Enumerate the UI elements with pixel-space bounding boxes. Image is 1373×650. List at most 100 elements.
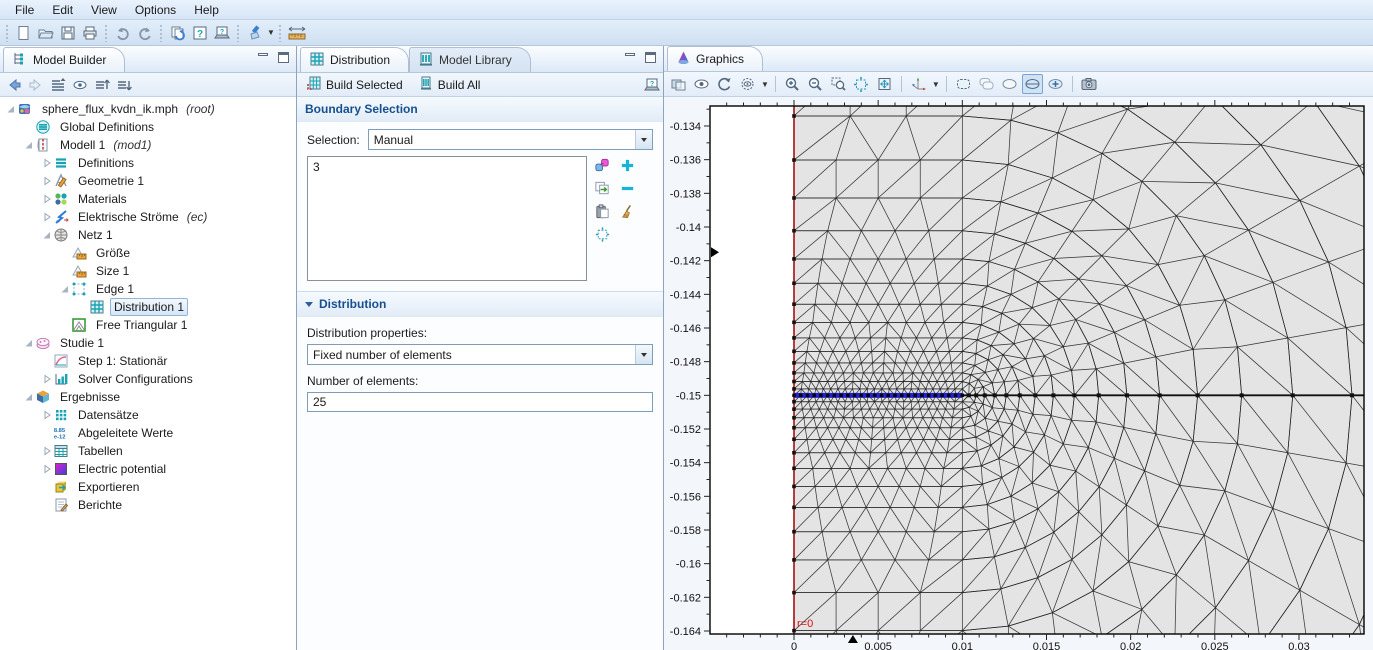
redo-button[interactable] — [134, 22, 156, 44]
expander-collapsed-icon[interactable] — [40, 464, 53, 474]
tab-distribution[interactable]: Distribution — [300, 47, 409, 72]
tree-item-materials[interactable]: Materials — [0, 190, 296, 208]
material-sweep-button[interactable] — [244, 22, 266, 44]
copy-selection-button[interactable] — [593, 179, 612, 197]
snapshot-button[interactable] — [1079, 74, 1100, 94]
expander-collapsed-icon[interactable] — [40, 212, 53, 222]
zoom-extents-button[interactable] — [874, 74, 895, 94]
tree-item-datens-tze[interactable]: Datensätze — [0, 406, 296, 424]
print-button[interactable] — [79, 22, 101, 44]
expander-collapsed-icon[interactable] — [40, 410, 53, 420]
expander-expanded-icon[interactable] — [4, 104, 17, 114]
combo-dropdown-icon[interactable] — [635, 130, 652, 149]
menu-edit[interactable]: Edit — [43, 1, 82, 19]
boundary-selection-list[interactable]: 3 — [307, 156, 587, 281]
tree-item-netz-1[interactable]: Netz 1 — [0, 226, 296, 244]
tree-item-global-definitions[interactable]: Global Definitions — [0, 118, 296, 136]
graphics-viewport[interactable] — [664, 97, 1373, 650]
axis-orientation-button[interactable] — [908, 74, 929, 94]
expander-collapsed-icon[interactable] — [40, 194, 53, 204]
tree-item-tabellen[interactable]: Tabellen — [0, 442, 296, 460]
minimize-button[interactable] — [624, 52, 638, 64]
maximize-button[interactable] — [644, 52, 658, 64]
expander-expanded-icon[interactable] — [22, 392, 35, 402]
minimize-button[interactable] — [257, 52, 271, 64]
add-selection-button[interactable] — [618, 156, 637, 174]
tree-item-modell-1[interactable]: Modell 1(mod1) — [0, 136, 296, 154]
tree-item-size-1[interactable]: Size 1 — [0, 262, 296, 280]
active-selection-button[interactable] — [593, 156, 612, 174]
hide-button[interactable] — [691, 74, 712, 94]
zoom-in-button[interactable] — [782, 74, 803, 94]
tree-item-berichte[interactable]: Berichte — [0, 496, 296, 514]
expander-expanded-icon[interactable] — [58, 284, 71, 294]
tree-item-ergebnisse[interactable]: Ergebnisse — [0, 388, 296, 406]
zoom-out-button[interactable] — [805, 74, 826, 94]
move-down-button[interactable] — [114, 75, 134, 95]
boundary-selection-header[interactable]: Boundary Selection — [297, 97, 663, 122]
tree-item-step-1-station-r[interactable]: Step 1: Stationär — [0, 352, 296, 370]
expander-expanded-icon[interactable] — [22, 140, 35, 150]
select-box-button[interactable] — [953, 74, 974, 94]
paste-selection-button[interactable] — [593, 202, 612, 220]
tree-item-studie-1[interactable]: Studie 1 — [0, 334, 296, 352]
expander-collapsed-icon[interactable] — [40, 176, 53, 186]
maximize-button[interactable] — [277, 52, 291, 64]
save-button[interactable] — [57, 22, 79, 44]
tree-item-distribution-1[interactable]: Distribution 1 — [0, 298, 296, 316]
expander-collapsed-icon[interactable] — [40, 158, 53, 168]
show-button[interactable] — [70, 75, 90, 95]
dropdown-caret-icon[interactable]: ▼ — [267, 28, 275, 37]
tree-item-exportieren[interactable]: Exportieren — [0, 478, 296, 496]
expander-expanded-icon[interactable] — [40, 230, 53, 240]
selection-combobox[interactable]: Manual — [368, 129, 653, 150]
number-of-elements-input[interactable]: 25 — [307, 392, 653, 412]
menu-options[interactable]: Options — [126, 1, 185, 19]
scene-settings-button[interactable] — [737, 74, 758, 94]
expander-collapsed-icon[interactable] — [40, 446, 53, 456]
menu-file[interactable]: File — [6, 1, 43, 19]
tab-model-library[interactable]: Model Library — [409, 47, 531, 72]
forward-button[interactable] — [26, 75, 46, 95]
clear-selection-button[interactable] — [618, 202, 637, 220]
tab-graphics[interactable]: Graphics — [667, 46, 763, 71]
tree-item-gr-e[interactable]: Größe — [0, 244, 296, 262]
tree-item-elektrische-str-me[interactable]: Elektrische Ströme(ec) — [0, 208, 296, 226]
undo-button[interactable] — [112, 22, 134, 44]
move-up-button[interactable] — [92, 75, 112, 95]
build-selected-button[interactable]: Build Selected — [301, 72, 411, 97]
help-button[interactable]: ? — [189, 22, 211, 44]
dropdown-caret-icon[interactable]: ▼ — [932, 80, 940, 89]
zoom-box-button[interactable] — [828, 74, 849, 94]
open-file-button[interactable] — [35, 22, 57, 44]
distribution-section-header[interactable]: Distribution — [297, 291, 663, 317]
zoom-selected-button[interactable] — [851, 74, 872, 94]
pan-mode-button[interactable] — [1022, 74, 1043, 94]
dynamic-help-button[interactable]: ? — [641, 74, 663, 96]
tree-item-sphere-flux-kvdn-ik-mph[interactable]: sphere_flux_kvdn_ik.mph(root) — [0, 100, 296, 118]
tree-item-edge-1[interactable]: Edge 1 — [0, 280, 296, 298]
measure-button[interactable] — [286, 22, 308, 44]
new-file-button[interactable] — [13, 22, 35, 44]
menu-view[interactable]: View — [82, 1, 126, 19]
tree-item-solver-configurations[interactable]: Solver Configurations — [0, 370, 296, 388]
center-select-button[interactable] — [1045, 74, 1066, 94]
dropdown-caret-icon[interactable]: ▼ — [761, 80, 769, 89]
expander-expanded-icon[interactable] — [22, 338, 35, 348]
tree-item-abgeleitete-werte[interactable]: 8.85e-12Abgeleitete Werte — [0, 424, 296, 442]
remove-selection-button[interactable] — [618, 179, 637, 197]
update-solution-button[interactable] — [167, 22, 189, 44]
rotate-button[interactable] — [714, 74, 735, 94]
menu-help[interactable]: Help — [185, 1, 228, 19]
deselect-box-button[interactable] — [976, 74, 997, 94]
tree-item-geometrie-1[interactable]: Geometrie 1 — [0, 172, 296, 190]
distribution-properties-combobox[interactable]: Fixed number of elements — [307, 344, 653, 365]
select-ellipse-button[interactable] — [999, 74, 1020, 94]
tree-item-definitions[interactable]: Definitions — [0, 154, 296, 172]
build-all-button[interactable]: Build All — [413, 72, 489, 97]
collapse-all-button[interactable] — [48, 75, 68, 95]
combo-dropdown-icon[interactable] — [635, 345, 652, 364]
documentation-button[interactable]: ? — [211, 22, 233, 44]
tab-model-builder[interactable]: Model Builder — [3, 47, 125, 72]
tree-item-electric-potential[interactable]: Electric potential — [0, 460, 296, 478]
